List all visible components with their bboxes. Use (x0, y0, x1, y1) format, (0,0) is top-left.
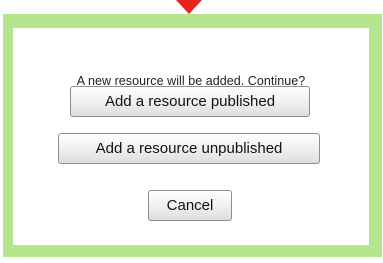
screen: A new resource will be added. Continue? … (0, 0, 383, 263)
add-resource-unpublished-button[interactable]: Add a resource unpublished (58, 133, 320, 164)
down-arrow-pointer-icon (176, 0, 202, 14)
cancel-button[interactable]: Cancel (148, 190, 232, 221)
add-resource-published-button[interactable]: Add a resource published (70, 86, 310, 117)
